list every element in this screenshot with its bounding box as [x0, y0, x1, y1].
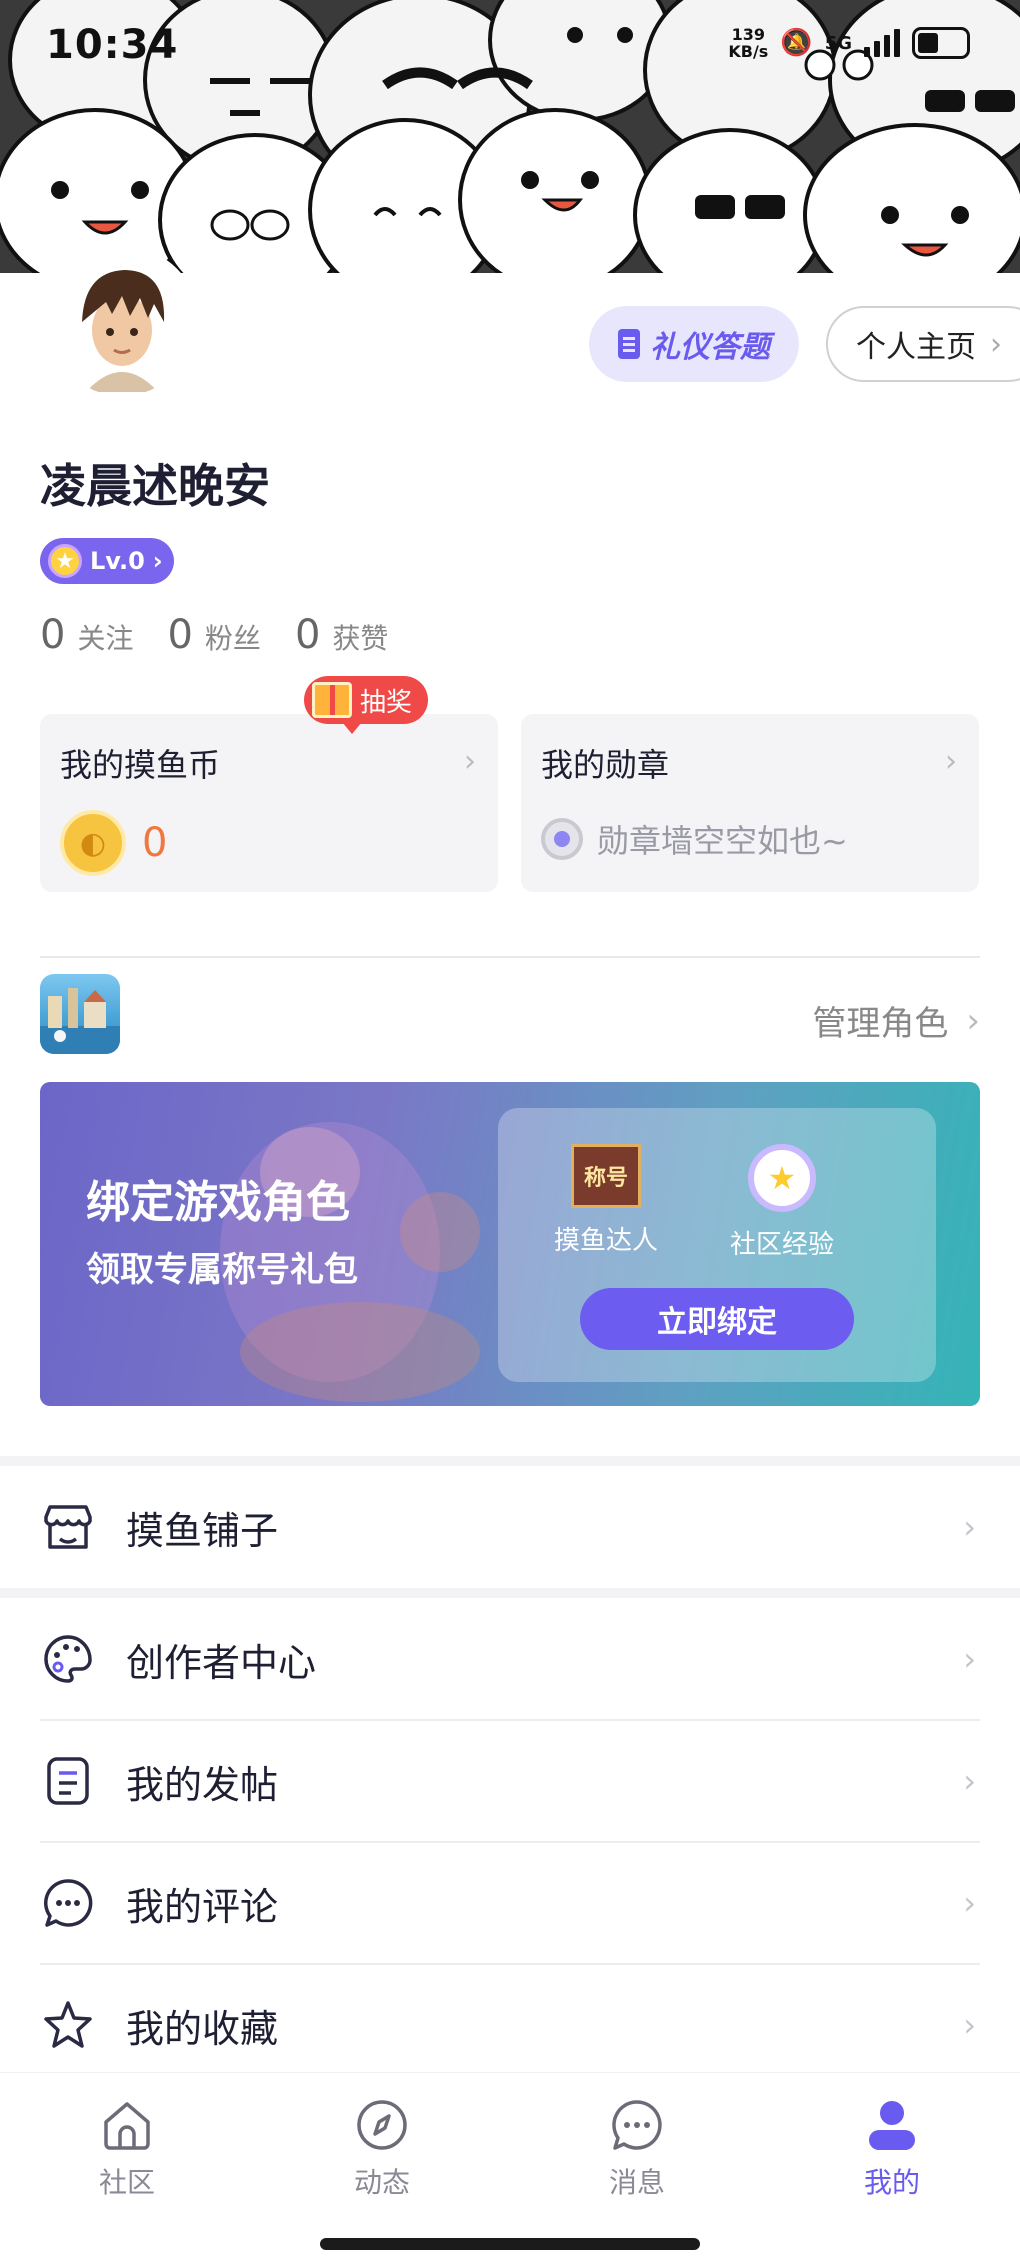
medal-icon [541, 818, 583, 860]
manage-role-label: 管理角色 [812, 1004, 949, 1044]
manage-role-button[interactable]: 管理角色 › [812, 996, 980, 1045]
battery-icon [912, 27, 970, 59]
coin-balance: 0 [142, 820, 168, 866]
compass-icon [354, 2097, 410, 2153]
home-icon [99, 2097, 155, 2153]
my-medals-title: 我的勋章 [541, 746, 670, 784]
stat-label: 关注 [77, 622, 134, 655]
lottery-label: 抽奖 [360, 687, 413, 718]
medal-empty-text: 勋章墙空空如也~ [597, 822, 848, 860]
mute-icon: 🔕 [780, 28, 813, 58]
stat-value: 0 [40, 612, 66, 658]
avatar[interactable] [44, 246, 200, 402]
chevron-right-icon: › [963, 1884, 976, 1922]
chevron-right-icon: › [152, 547, 163, 575]
network-speed-value: 139 [731, 25, 766, 44]
menu-item-my-favorites[interactable]: 我的收藏 › [40, 1964, 980, 2086]
tab-label: 社区 [98, 2166, 155, 2199]
lottery-tag[interactable]: 抽奖 [304, 676, 429, 734]
my-coins-title: 我的摸鱼币 [60, 746, 221, 784]
bind-now-button[interactable]: 立即绑定 [580, 1288, 854, 1350]
personal-homepage-button[interactable]: 个人主页 › [826, 306, 1020, 382]
divider [40, 956, 980, 958]
my-medals-card[interactable]: 我的勋章 › 勋章墙空空如也~ [521, 714, 979, 892]
bind-game-role-banner[interactable]: 绑定游戏角色 领取专属称号礼包 称号 摸鱼达人 ★ 社区经验 立即绑定 [40, 1082, 980, 1406]
status-bar: 10:34 139 KB/s 🔕 5G [0, 0, 1020, 90]
menu-label: 我的发帖 [126, 1762, 279, 1807]
message-icon [609, 2097, 665, 2153]
stat-value: 0 [167, 612, 193, 658]
reward-title: 称号 摸鱼达人 [526, 1144, 686, 1257]
tab-label: 消息 [608, 2166, 665, 2199]
reward-label: 社区经验 [729, 1230, 834, 1260]
tab-community[interactable]: 社区 [67, 2097, 187, 2201]
chevron-right-icon: › [464, 744, 476, 779]
bind-subtitle: 领取专属称号礼包 [86, 1250, 358, 1290]
tab-feed[interactable]: 动态 [322, 2097, 442, 2201]
username: 凌晨述晚安 [40, 459, 270, 513]
tab-label: 动态 [353, 2166, 410, 2199]
network-type: 5G [824, 32, 852, 54]
level-badge[interactable]: ★ Lv.0 › [40, 538, 174, 584]
chevron-right-icon: › [966, 1000, 980, 1041]
chevron-right-icon: › [990, 326, 1002, 362]
stat-following[interactable]: 0 关注 [40, 612, 133, 658]
reward-panel: 称号 摸鱼达人 ★ 社区经验 立即绑定 [498, 1108, 936, 1382]
star-icon [40, 1997, 96, 2053]
status-icons: 139 KB/s 🔕 5G [728, 26, 970, 60]
network-speed-unit: KB/s [728, 42, 769, 61]
chevron-right-icon: › [963, 1762, 976, 1800]
status-time: 10:34 [46, 22, 179, 68]
section-separator [0, 1588, 1020, 1598]
stat-label: 获赞 [332, 622, 389, 655]
menu-label: 我的评论 [126, 1884, 279, 1929]
document-icon [618, 329, 640, 359]
chevron-right-icon: › [945, 744, 957, 779]
menu-item-creator-center[interactable]: 创作者中心 › [40, 1598, 980, 1720]
level-label: Lv.0 [90, 547, 145, 575]
palette-icon [40, 1631, 96, 1687]
chevron-right-icon: › [963, 1508, 976, 1546]
reward-label: 摸鱼达人 [553, 1226, 658, 1256]
menu-item-my-posts[interactable]: 我的发帖 › [40, 1720, 980, 1842]
etiquette-quiz-label: 礼仪答题 [650, 330, 770, 365]
menu-label: 摸鱼铺子 [126, 1508, 279, 1553]
fish-coin-icon: ◐ [60, 810, 126, 876]
game-app-icon[interactable] [40, 974, 120, 1054]
bind-title: 绑定游戏角色 [86, 1177, 350, 1228]
profile-stats: 0 关注 0 粉丝 0 获赞 [40, 612, 388, 658]
document-icon [40, 1753, 96, 1809]
title-reward-icon: 称号 [571, 1144, 641, 1208]
etiquette-quiz-button[interactable]: 礼仪答题 [589, 306, 799, 382]
stat-label: 粉丝 [204, 622, 261, 655]
stat-value: 0 [294, 612, 321, 658]
network-speed: 139 KB/s [728, 26, 768, 60]
level-star-icon: ★ [48, 544, 82, 578]
section-separator [0, 1456, 1020, 1466]
game-icon-art [40, 988, 120, 1054]
home-indicator [320, 2238, 700, 2250]
community-exp-icon: ★ [748, 1144, 816, 1212]
tab-me[interactable]: 我的 [832, 2097, 952, 2201]
reward-experience: ★ 社区经验 [702, 1144, 862, 1261]
personal-homepage-label: 个人主页 [856, 330, 976, 365]
signal-icon [864, 29, 900, 57]
menu-item-shop[interactable]: 摸鱼铺子 › [40, 1466, 980, 1588]
menu-label: 我的收藏 [126, 2006, 279, 2051]
menu-item-my-comments[interactable]: 我的评论 › [40, 1842, 980, 1964]
menu-label: 创作者中心 [126, 1640, 317, 1685]
shop-icon [40, 1499, 96, 1555]
stat-followers[interactable]: 0 粉丝 [167, 612, 260, 658]
chevron-right-icon: › [963, 2006, 976, 2044]
my-coins-card[interactable]: 我的摸鱼币 › ◐ 0 [40, 714, 498, 892]
user-icon [864, 2097, 920, 2153]
avatar-image [50, 252, 194, 396]
gift-icon [312, 682, 352, 718]
tab-messages[interactable]: 消息 [577, 2097, 697, 2201]
comment-icon [40, 1875, 96, 1931]
chevron-right-icon: › [963, 1640, 976, 1678]
stat-likes[interactable]: 0 获赞 [295, 612, 388, 658]
tab-label: 我的 [863, 2166, 920, 2199]
